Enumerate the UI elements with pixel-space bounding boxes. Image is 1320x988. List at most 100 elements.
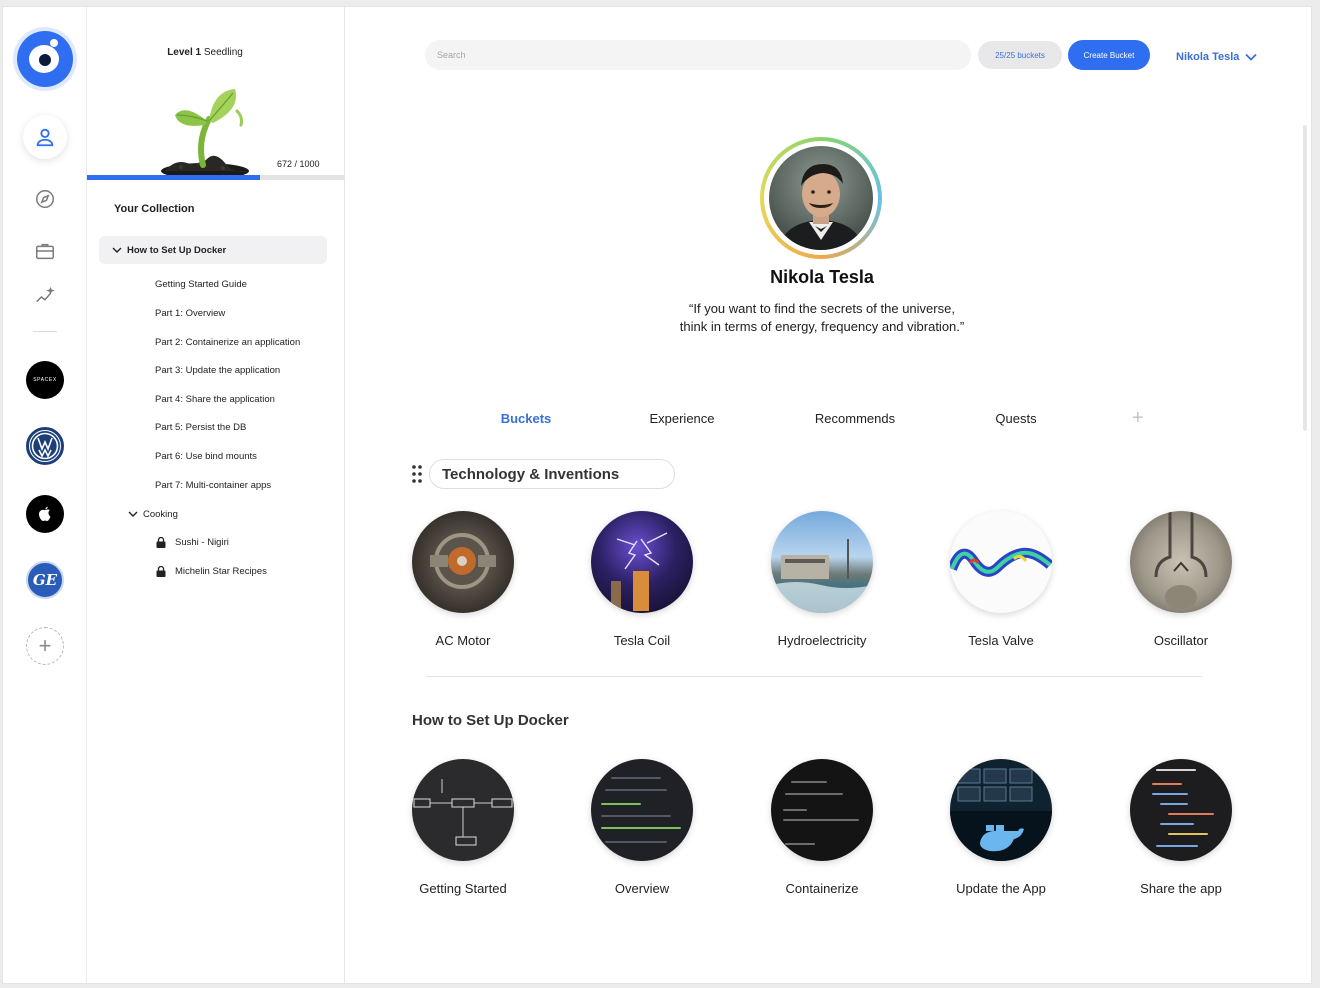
bucket-thumbnail	[412, 511, 514, 613]
lock-icon	[156, 537, 166, 548]
tree-item[interactable]: Part 5: Persist the DB	[155, 422, 246, 433]
tree-item[interactable]: Part 2: Containerize an application	[155, 337, 300, 348]
tree-item-label: Part 1: Overview	[155, 308, 226, 319]
drag-handle-icon[interactable]	[412, 465, 422, 483]
tree-item[interactable]: Part 7: Multi-container apps	[155, 480, 271, 491]
progress-count: 672 / 1000	[277, 159, 320, 169]
bucket-count-text: 25/25 buckets	[995, 50, 1045, 60]
section-title: How to Set Up Docker	[412, 712, 569, 729]
section-title-input[interactable]: Technology & Inventions	[429, 459, 675, 489]
tree-item[interactable]: Part 3: Update the application	[155, 365, 280, 376]
tree-item-locked[interactable]: Sushi - Nigiri	[156, 537, 229, 548]
create-bucket-label: Create Bucket	[1083, 50, 1135, 60]
tree-item-locked[interactable]: Michelin Star Recipes	[156, 566, 267, 577]
level-number: Level 1	[167, 47, 202, 58]
bucket-thumbnail	[412, 759, 514, 861]
bucket-thumbnail	[950, 759, 1052, 861]
seedling-illustration	[161, 89, 249, 179]
bucket-card[interactable]: Hydroelectricity	[742, 511, 902, 648]
user-menu-button[interactable]: Nikola Tesla	[1176, 51, 1258, 63]
bucket-card[interactable]: Share the app	[1101, 759, 1261, 896]
tree-group-cooking[interactable]: Cooking	[127, 508, 178, 520]
sparkle-trend-icon	[36, 286, 55, 303]
work-nav-button[interactable]	[23, 229, 67, 273]
bucket-card-label: Share the app	[1140, 881, 1222, 896]
add-tab-button[interactable]: +	[1132, 407, 1144, 430]
tab-recommends[interactable]: Recommends	[815, 411, 895, 426]
tab-experience[interactable]: Experience	[649, 411, 714, 426]
tree-item-label: Getting Started Guide	[155, 279, 247, 290]
bucket-card[interactable]: Overview	[562, 759, 722, 896]
bucket-thumbnail	[1130, 511, 1232, 613]
tree-item-label: Part 3: Update the application	[155, 365, 281, 376]
bucket-card[interactable]: Containerize	[742, 759, 902, 896]
ge-brand-button[interactable]: GE	[26, 561, 64, 599]
quote-line: think in terms of energy, frequency and …	[679, 319, 965, 334]
tree-item[interactable]: Part 6: Use bind mounts	[155, 451, 257, 462]
tree-item-label: Michelin Star Recipes	[175, 566, 267, 577]
bucket-card[interactable]: Getting Started	[383, 759, 543, 896]
app-logo[interactable]	[17, 31, 73, 87]
bucket-thumbnail	[591, 759, 693, 861]
spacex-brand-button[interactable]: SPACEX	[26, 361, 64, 399]
scrollbar[interactable]	[1303, 125, 1307, 431]
tree-item-label: Part 7: Multi-container apps	[155, 480, 272, 491]
chevron-down-icon	[128, 511, 138, 517]
user-icon	[36, 128, 54, 147]
rail-divider	[33, 331, 57, 332]
profile-avatar[interactable]	[760, 137, 882, 259]
bucket-thumbnail	[1130, 759, 1232, 861]
bucket-thumbnail	[771, 759, 873, 861]
level-progress-bar	[87, 175, 345, 180]
tree-item[interactable]: Part 4: Share the application	[155, 394, 275, 405]
lock-icon	[156, 566, 166, 577]
level-heading: Level 1 Seedling	[87, 47, 323, 58]
search-placeholder: Search	[437, 50, 466, 60]
tree-item[interactable]: Getting Started Guide	[155, 279, 247, 290]
bucket-card[interactable]: Update the App	[921, 759, 1081, 896]
profile-photo	[769, 146, 873, 250]
create-bucket-button[interactable]: Create Bucket	[1068, 40, 1150, 70]
tree-item-label: Part 2: Containerize an application	[155, 337, 301, 348]
profile-nav-button[interactable]	[23, 115, 67, 159]
quote-line: “If you want to find the secrets of the …	[689, 301, 955, 316]
search-input[interactable]: Search	[425, 40, 971, 70]
plus-icon: +	[1132, 407, 1144, 429]
explore-nav-button[interactable]	[23, 177, 67, 221]
bucket-card-label: Tesla Valve	[968, 633, 1034, 648]
bucket-card-label: Containerize	[785, 881, 859, 896]
tab-quests[interactable]: Quests	[995, 411, 1036, 426]
spacex-logo-text: SPACEX	[33, 377, 57, 383]
briefcase-icon	[36, 243, 54, 260]
level-progress-fill	[87, 175, 261, 180]
bucket-card-label: Overview	[614, 881, 670, 896]
bucket-card-label: AC Motor	[435, 633, 491, 648]
app-window: SPACEX GE + Level 1 Seedling 672 / 1000 …	[2, 6, 1312, 984]
icon-rail: SPACEX GE +	[3, 7, 87, 983]
bucket-card[interactable]: Oscillator	[1101, 511, 1261, 648]
bucket-card[interactable]: Tesla Valve	[921, 511, 1081, 648]
tree-item-label: Part 4: Share the application	[155, 394, 275, 405]
bucket-count-badge: 25/25 buckets	[978, 41, 1062, 69]
logo-eye-icon	[29, 45, 59, 73]
bucket-card-label: Oscillator	[1153, 633, 1209, 648]
bucket-card[interactable]: AC Motor	[383, 511, 543, 648]
tree-item[interactable]: Part 1: Overview	[155, 308, 225, 319]
volkswagen-brand-button[interactable]	[26, 427, 64, 465]
insights-nav-button[interactable]	[23, 275, 67, 319]
bucket-thumbnail	[950, 511, 1052, 613]
profile-name: Nikola Tesla	[770, 267, 874, 287]
apple-brand-button[interactable]	[26, 495, 64, 533]
tree-group-docker[interactable]: How to Set Up Docker	[111, 244, 226, 256]
bucket-card-label: Getting Started	[419, 881, 507, 896]
user-menu-name: Nikola Tesla	[1176, 51, 1240, 63]
bucket-card-label: Update the App	[956, 881, 1046, 896]
main-content: Search 25/25 buckets Create Bucket Nikol…	[346, 7, 1311, 983]
profile-quote: “If you want to find the secrets of the …	[346, 300, 1298, 336]
add-brand-button[interactable]: +	[26, 627, 64, 665]
collection-panel: Level 1 Seedling 672 / 1000 Your Collect…	[87, 7, 345, 983]
plus-icon: +	[38, 633, 52, 658]
compass-icon	[36, 190, 54, 208]
tab-buckets[interactable]: Buckets	[501, 411, 552, 426]
bucket-card[interactable]: Tesla Coil	[562, 511, 722, 648]
